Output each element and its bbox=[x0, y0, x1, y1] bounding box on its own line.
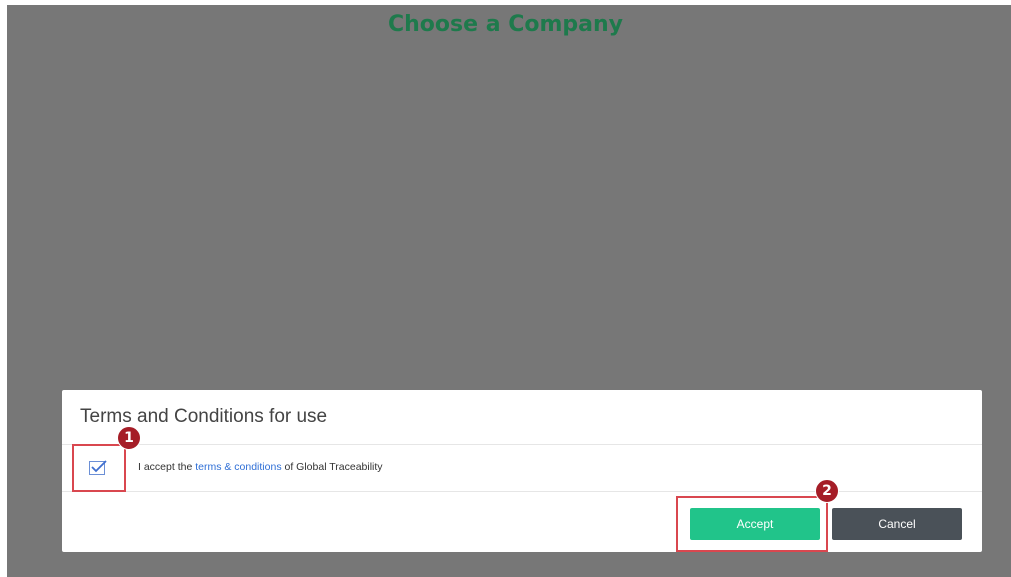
accept-prefix: I accept the bbox=[138, 461, 196, 473]
dialog-body: I accept the terms & conditions of Globa… bbox=[62, 445, 982, 492]
cancel-button[interactable]: Cancel bbox=[832, 508, 962, 540]
accept-highlight-box bbox=[676, 496, 828, 552]
accept-suffix: of Global Traceability bbox=[281, 461, 383, 473]
dialog-header: Terms and Conditions for use bbox=[62, 390, 982, 445]
accept-terms-label: I accept the terms & conditions of Globa… bbox=[138, 461, 383, 473]
dialog-title: Terms and Conditions for use bbox=[80, 406, 328, 427]
step-2-marker: 2 bbox=[815, 479, 839, 503]
terms-conditions-link[interactable]: terms & conditions bbox=[195, 461, 281, 473]
dialog-footer: Accept Cancel bbox=[62, 492, 982, 552]
step-1-marker: 1 bbox=[117, 426, 141, 450]
terms-dialog: Terms and Conditions for use I accept th… bbox=[62, 390, 982, 552]
page-title: Choose a Company bbox=[388, 12, 623, 37]
checkbox-highlight-box bbox=[72, 444, 126, 492]
